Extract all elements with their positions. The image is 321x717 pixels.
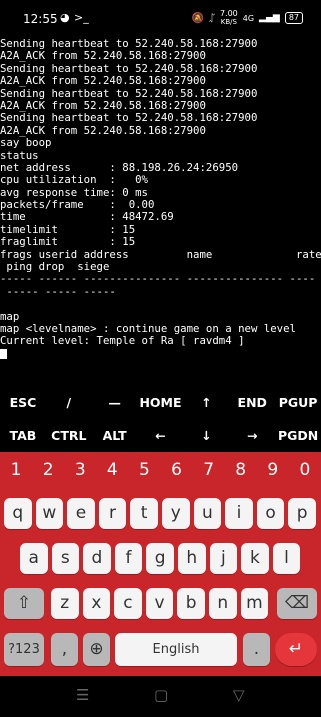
letter-key[interactable]: k (241, 543, 269, 574)
net-speed-unit: KB/S (220, 18, 237, 26)
comma-key[interactable]: , (51, 633, 78, 666)
status-bar: 12:55 ◕ >_ 🔕 ᛢ 7.00 KB/S 4G ▂▄▆ 87 (0, 0, 321, 36)
status-time: 12:55 (23, 12, 58, 26)
letter-key[interactable]: e (67, 498, 95, 529)
letter-key[interactable]: i (225, 498, 253, 529)
battery-icon: 87 (284, 12, 303, 24)
number-key[interactable]: 5 (128, 452, 160, 488)
symbols-key[interactable]: ?123 (4, 633, 44, 666)
letter-key[interactable]: y (162, 498, 190, 529)
terminal-line: time : 48472.69 (0, 210, 174, 224)
bluetooth-icon: ᛢ (208, 12, 215, 24)
extra-key[interactable]: → (229, 428, 275, 443)
backspace-icon[interactable]: ⌫ (277, 588, 317, 619)
extra-key[interactable]: END (229, 395, 275, 410)
letter-key[interactable]: g (146, 543, 174, 574)
period-key[interactable]: . (243, 633, 270, 666)
letter-key[interactable]: z (51, 588, 79, 619)
terminal-line: ----- ----- ----- (0, 284, 116, 298)
terminal-icon: >_ (74, 11, 89, 24)
letter-key[interactable]: v (145, 588, 174, 619)
extra-key[interactable]: PGDN (275, 428, 321, 443)
terminal-line: A2A_ACK from 52.240.58.168:27900 (0, 74, 206, 88)
letter-key[interactable]: p (288, 498, 316, 529)
terminal-output[interactable]: Sending heartbeat to 52.240.58.168:27900… (0, 38, 321, 374)
number-key[interactable]: 6 (160, 452, 192, 488)
extra-key[interactable]: CTRL (46, 428, 92, 443)
enter-icon[interactable]: ↵ (275, 633, 317, 666)
number-row: 1234567890 (0, 452, 321, 488)
number-key[interactable]: 4 (96, 452, 128, 488)
net-speed-value: 7.00 (219, 9, 238, 18)
letter-key[interactable]: n (209, 588, 237, 619)
number-key[interactable]: 2 (32, 452, 64, 488)
extra-key[interactable]: ALT (92, 428, 138, 443)
extra-key[interactable]: TAB (0, 428, 46, 443)
net-speed: 7.00 KB/S (219, 9, 238, 27)
space-bar[interactable]: English (115, 633, 237, 666)
number-key[interactable]: 9 (257, 452, 289, 488)
letter-key[interactable]: a (20, 543, 48, 574)
letter-key[interactable]: l (272, 543, 301, 574)
number-key[interactable]: 8 (225, 452, 257, 488)
letter-key[interactable]: x (82, 588, 111, 619)
signal-icon: ▂▄▆ (259, 13, 280, 23)
terminal-line: say boop (0, 136, 52, 150)
extra-keys-bar: ESC / — HOME ↑ END PGUP TAB CTRL ALT ← ↓ → PGDN (0, 386, 321, 452)
text-cursor (0, 348, 7, 359)
letter-key[interactable]: s (51, 543, 80, 574)
terminal-line: ----- ------ --------------- -----------… (0, 272, 316, 286)
globe-icon[interactable]: ⊕ (83, 633, 110, 666)
letter-key[interactable]: q (4, 498, 32, 529)
letter-key[interactable]: b (177, 588, 205, 619)
letter-key[interactable]: j (209, 543, 238, 574)
letter-key[interactable]: r (98, 498, 127, 529)
letter-key[interactable]: h (178, 543, 206, 574)
extra-key[interactable]: ↓ (183, 428, 229, 443)
menu-icon[interactable]: ☰ (76, 686, 89, 704)
letter-key[interactable]: w (35, 498, 64, 529)
letter-key[interactable]: o (256, 498, 285, 529)
letter-key[interactable]: m (240, 588, 269, 619)
terminal-line: fraglimit : 15 (0, 235, 136, 249)
home-icon[interactable]: ▢ (154, 686, 168, 704)
letter-key[interactable]: d (83, 543, 111, 574)
soft-keyboard: 1234567890 q w e r t y u i o p a s d f g h j k l ⇧ z x c v b n m ⌫?… (0, 452, 321, 676)
terminal-prompt[interactable] (0, 348, 321, 360)
gamepad-icon: ◕ (60, 11, 70, 24)
extra-keys-row-1: ESC / — HOME ↑ END PGUP (0, 386, 321, 419)
terminal-lines: Sending heartbeat to 52.240.58.168:27900… (0, 38, 321, 348)
letter-key[interactable]: t (130, 498, 158, 529)
terminal-line: Sending heartbeat to 52.240.58.168:27900 (0, 111, 258, 125)
extra-key[interactable]: / (46, 395, 92, 410)
extra-keys-row-2: TAB CTRL ALT ← ↓ → PGDN (0, 419, 321, 452)
number-key[interactable]: 3 (64, 452, 96, 488)
shift-icon[interactable]: ⇧ (4, 588, 44, 619)
number-key[interactable]: 0 (289, 452, 321, 488)
number-key[interactable]: 7 (193, 452, 225, 488)
letter-key[interactable]: u (193, 498, 222, 529)
terminal-line: cpu utilization : 0% (0, 173, 148, 187)
extra-key[interactable]: ESC (0, 395, 46, 410)
mute-icon: 🔕 (191, 12, 204, 24)
terminal-line: Current level: Temple of Ra [ ravdm4 ] (0, 334, 245, 348)
extra-key[interactable]: HOME (138, 395, 184, 410)
extra-key[interactable]: PGUP (275, 395, 321, 410)
extra-key[interactable]: ↑ (183, 395, 229, 410)
status-right: 🔕 ᛢ 7.00 KB/S 4G ▂▄▆ 87 (191, 10, 303, 26)
letter-key[interactable]: c (114, 588, 142, 619)
number-key[interactable]: 1 (0, 452, 32, 488)
extra-key[interactable]: — (92, 395, 138, 410)
extra-key[interactable]: ← (138, 428, 184, 443)
back-icon[interactable]: ▽ (233, 686, 245, 704)
terminal-line: A2A_ACK from 52.240.58.168:27900 (0, 49, 206, 63)
network-type: 4G (242, 13, 255, 23)
letter-key[interactable]: f (114, 543, 143, 574)
nav-bar: ☰ ▢ ▽ (0, 676, 321, 717)
